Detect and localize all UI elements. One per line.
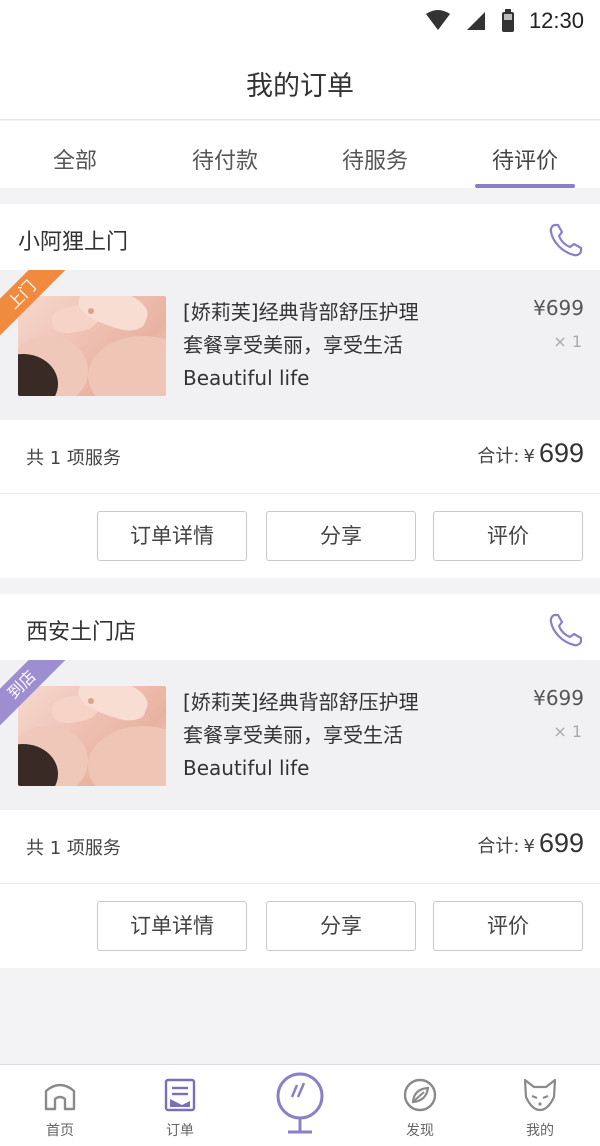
nav-label: 订单 (166, 1123, 194, 1139)
order-total: 合计: ¥ 699 (477, 828, 584, 859)
review-button[interactable]: 评价 (433, 511, 583, 561)
tab-label: 待评价 (491, 149, 558, 174)
active-tab-indicator (475, 184, 575, 188)
tab-label: 待付款 (191, 149, 258, 174)
order-item[interactable]: 到店 [娇莉芙]经典背部舒压护理 套餐享受美丽，享受生活 Beautiful l… (0, 660, 600, 810)
page-title: 我的订单 (246, 71, 354, 102)
tab-pending-payment[interactable]: 待付款 (150, 121, 300, 188)
signal-icon (466, 12, 485, 30)
app-header: 我的订单 (0, 48, 600, 120)
tab-label: 全部 (52, 149, 97, 174)
order-summary: 共 1 项服务 合计: ¥ 699 (0, 420, 600, 494)
order-total: 合计: ¥ 699 (477, 438, 584, 469)
order-item[interactable]: 上门 [娇莉芙]经典背部舒压护理 套餐享受美丽，享受生活 Beautiful l… (0, 270, 600, 420)
service-thumbnail (18, 296, 166, 396)
share-button[interactable]: 分享 (266, 901, 416, 951)
order-actions: 订单详情 分享 评价 (0, 884, 600, 968)
tab-label: 待服务 (341, 149, 408, 174)
nav-label: 首页 (46, 1123, 74, 1139)
shop-name: 西安土门店 (26, 620, 137, 645)
item-description: [娇莉芙]经典背部舒压护理 套餐享受美丽，享受生活 Beautiful life (183, 296, 483, 395)
item-description: [娇莉芙]经典背部舒压护理 套餐享受美丽，享受生活 Beautiful life (183, 686, 483, 785)
fox-profile-icon (523, 1078, 557, 1112)
total-label: 合计: (477, 836, 520, 857)
item-quantity: × 1 (553, 722, 582, 741)
order-actions: 订单详情 分享 评价 (0, 494, 600, 578)
battery-icon (501, 9, 514, 32)
item-quantity: × 1 (553, 332, 582, 351)
order-detail-button[interactable]: 订单详情 (97, 511, 247, 561)
item-price: ¥699 (533, 296, 584, 320)
review-button[interactable]: 评价 (433, 901, 583, 951)
mirror-icon (276, 1072, 324, 1134)
order-tabs: 全部 待付款 待服务 待评价 (0, 121, 600, 188)
shop-name: 小阿狸上门 (18, 230, 129, 255)
shop-row: 小阿狸上门 (0, 204, 600, 270)
nav-orders[interactable]: 订单 (120, 1065, 240, 1146)
order-detail-button[interactable]: 订单详情 (97, 901, 247, 951)
total-currency: ¥ (523, 446, 535, 467)
tab-pending-review[interactable]: 待评价 (450, 121, 600, 188)
status-time: 12:30 (528, 8, 584, 33)
total-amount: 699 (538, 828, 584, 858)
service-count: 共 1 项服务 (26, 448, 121, 469)
order-summary: 共 1 项服务 合计: ¥ 699 (0, 810, 600, 884)
total-amount: 699 (538, 438, 584, 468)
nav-home[interactable]: 首页 (0, 1065, 120, 1146)
order-card: 小阿狸上门 上门 [娇莉芙]经典背部舒压护理 套餐享受美丽，享受生活 Beaut… (0, 204, 600, 578)
nav-label: 我的 (526, 1123, 554, 1139)
item-subtitle: 套餐享受美丽，享受生活 (183, 333, 403, 357)
share-button[interactable]: 分享 (266, 511, 416, 561)
nav-label: 发现 (406, 1123, 434, 1139)
wifi-icon (425, 10, 450, 30)
item-price: ¥699 (533, 686, 584, 710)
tab-all[interactable]: 全部 (0, 121, 150, 188)
discover-icon (403, 1078, 437, 1112)
item-subtitle: 套餐享受美丽，享受生活 (183, 723, 403, 747)
total-label: 合计: (477, 446, 520, 467)
nav-discover[interactable]: 发现 (360, 1065, 480, 1146)
phone-icon[interactable] (546, 220, 586, 260)
phone-icon[interactable] (546, 610, 586, 650)
item-title: [娇莉芙]经典背部舒压护理 (183, 300, 419, 324)
item-tagline: Beautiful life (183, 756, 310, 780)
order-icon (164, 1078, 196, 1112)
home-icon (44, 1083, 76, 1111)
nav-mirror[interactable] (240, 1065, 360, 1146)
bottom-navigation: 首页 订单 发现 我的 (0, 1064, 600, 1146)
shop-row: 西安土门店 (0, 594, 600, 660)
nav-profile[interactable]: 我的 (480, 1065, 600, 1146)
total-currency: ¥ (523, 836, 535, 857)
service-count: 共 1 项服务 (26, 838, 121, 859)
item-tagline: Beautiful life (183, 366, 310, 390)
status-bar: 12:30 (0, 0, 600, 48)
service-thumbnail (18, 686, 166, 786)
order-card: 西安土门店 到店 [娇莉芙]经典背部舒压护理 套餐享受美丽，享受生活 Beaut… (0, 594, 600, 968)
tab-pending-service[interactable]: 待服务 (300, 121, 450, 188)
item-title: [娇莉芙]经典背部舒压护理 (183, 690, 419, 714)
